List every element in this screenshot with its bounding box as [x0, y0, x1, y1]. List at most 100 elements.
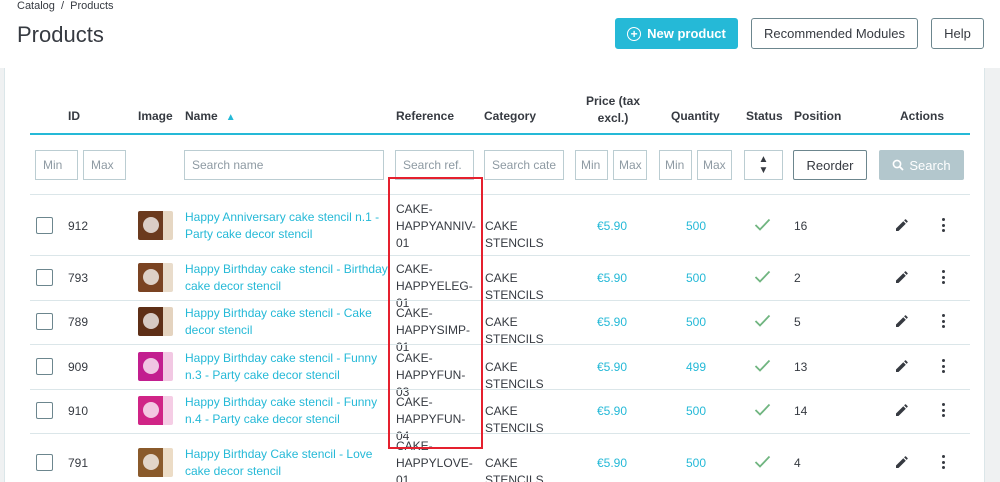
- thumbnail-decor: [143, 358, 159, 374]
- column-header-image: Image: [138, 109, 173, 123]
- product-position: 14: [794, 404, 808, 418]
- new-product-button[interactable]: + New product: [615, 18, 738, 49]
- reorder-button[interactable]: Reorder: [793, 150, 867, 180]
- product-id: 791: [68, 456, 89, 470]
- help-button[interactable]: Help: [931, 18, 984, 49]
- price-min-input[interactable]: Min: [575, 150, 608, 180]
- product-name-link[interactable]: Happy Anniversary cake stencil n.1 - Par…: [185, 209, 390, 243]
- product-category: CAKE STENCILS: [485, 315, 544, 346]
- product-price[interactable]: €5.90: [597, 314, 627, 331]
- product-thumbnail[interactable]: [138, 396, 173, 425]
- column-header-category[interactable]: Category: [484, 109, 536, 123]
- edit-pencil-icon[interactable]: [894, 218, 909, 233]
- search-button-label: Search: [909, 157, 951, 173]
- product-name-link[interactable]: Happy Birthday cake stencil - Cake decor…: [185, 305, 390, 339]
- status-enabled-check-icon[interactable]: [754, 455, 771, 469]
- price-max-input[interactable]: Max: [613, 150, 647, 180]
- product-thumbnail[interactable]: [138, 448, 173, 477]
- more-actions-kebab-icon[interactable]: [942, 270, 946, 287]
- product-position: 13: [794, 360, 808, 374]
- quantity-min-input[interactable]: Min: [659, 150, 692, 180]
- product-thumbnail[interactable]: [138, 307, 173, 336]
- edit-pencil-icon[interactable]: [894, 403, 909, 418]
- column-header-name[interactable]: Name ▲: [185, 109, 236, 123]
- product-name-link[interactable]: Happy Birthday cake stencil - Birthday c…: [185, 261, 390, 295]
- category-search-input[interactable]: Search cate: [484, 150, 564, 180]
- product-name-line1: Happy Birthday cake stencil - Funny: [185, 395, 378, 409]
- product-thumbnail[interactable]: [138, 211, 173, 240]
- thumbnail-label: [162, 396, 173, 425]
- product-name-link[interactable]: Happy Birthday Cake stencil - Love cake …: [185, 446, 390, 480]
- row-divider: [30, 389, 970, 390]
- product-quantity[interactable]: 500: [686, 218, 706, 235]
- edit-pencil-icon[interactable]: [894, 270, 909, 285]
- row-divider: [30, 344, 970, 345]
- product-quantity[interactable]: 500: [686, 314, 706, 331]
- name-search-input[interactable]: Search name: [184, 150, 384, 180]
- more-actions-kebab-icon[interactable]: [942, 314, 946, 331]
- product-name-link[interactable]: Happy Birthday cake stencil - Funny n.4 …: [185, 394, 390, 428]
- column-header-id[interactable]: ID: [68, 109, 80, 123]
- row-checkbox[interactable]: [36, 358, 53, 375]
- product-id: 909: [68, 360, 89, 374]
- product-price[interactable]: €5.90: [597, 270, 627, 287]
- status-enabled-check-icon[interactable]: [754, 218, 771, 232]
- search-button[interactable]: Search: [879, 150, 964, 180]
- more-actions-kebab-icon[interactable]: [942, 403, 946, 420]
- row-checkbox[interactable]: [36, 269, 53, 286]
- product-reference: CAKE- HAPPYANNIV- 01: [396, 201, 476, 252]
- product-quantity[interactable]: 499: [686, 359, 706, 376]
- more-actions-kebab-icon[interactable]: [942, 218, 946, 235]
- more-actions-kebab-icon[interactable]: [942, 455, 946, 472]
- id-min-input[interactable]: Min: [35, 150, 78, 180]
- product-price[interactable]: €5.90: [597, 455, 627, 472]
- product-id: 789: [68, 315, 89, 329]
- breadcrumb: Catalog / Products: [17, 0, 114, 12]
- product-price[interactable]: €5.90: [597, 359, 627, 376]
- more-actions-kebab-icon[interactable]: [942, 359, 946, 376]
- product-id: 793: [68, 271, 89, 285]
- row-checkbox[interactable]: [36, 217, 53, 234]
- column-header-status[interactable]: Status: [746, 109, 783, 123]
- breadcrumb-catalog[interactable]: Catalog: [17, 0, 55, 12]
- column-header-price[interactable]: Price (tax excl.): [583, 93, 643, 127]
- column-header-quantity[interactable]: Quantity: [671, 109, 720, 123]
- status-enabled-check-icon[interactable]: [754, 270, 771, 284]
- status-enabled-check-icon[interactable]: [754, 403, 771, 417]
- product-category: CAKE STENCILS: [485, 404, 544, 435]
- product-category: CAKE STENCILS: [485, 360, 544, 391]
- edit-pencil-icon[interactable]: [894, 455, 909, 470]
- product-price[interactable]: €5.90: [597, 403, 627, 420]
- column-header-reference[interactable]: Reference: [396, 109, 454, 123]
- product-name-line2: cake decor stencil: [185, 464, 282, 478]
- reference-line3: 01: [396, 473, 410, 482]
- reference-search-input[interactable]: Search ref.: [395, 150, 474, 180]
- sort-asc-icon[interactable]: ▲: [226, 112, 236, 123]
- reference-line2: HAPPYANNIV-: [396, 219, 476, 233]
- row-checkbox[interactable]: [36, 454, 53, 471]
- edit-pencil-icon[interactable]: [894, 314, 909, 329]
- edit-pencil-icon[interactable]: [894, 359, 909, 374]
- reference-line1: CAKE-: [396, 351, 433, 365]
- breadcrumb-products[interactable]: Products: [70, 0, 113, 12]
- column-header-position[interactable]: Position: [794, 109, 841, 123]
- product-quantity[interactable]: 500: [686, 270, 706, 287]
- status-enabled-check-icon[interactable]: [754, 314, 771, 328]
- product-price[interactable]: €5.90: [597, 218, 627, 235]
- status-select[interactable]: ▲ ▼: [744, 150, 783, 180]
- product-name-line1: Happy Birthday cake stencil - Cake: [185, 306, 372, 320]
- row-checkbox[interactable]: [36, 313, 53, 330]
- id-max-input[interactable]: Max: [83, 150, 126, 180]
- sort-updown-icon: ▲ ▼: [758, 154, 769, 176]
- product-thumbnail[interactable]: [138, 263, 173, 292]
- status-enabled-check-icon[interactable]: [754, 359, 771, 373]
- row-checkbox[interactable]: [36, 402, 53, 419]
- quantity-max-input[interactable]: Max: [697, 150, 732, 180]
- product-category: CAKE STENCILS: [485, 271, 544, 302]
- product-name-link[interactable]: Happy Birthday cake stencil - Funny n.3 …: [185, 350, 390, 384]
- product-quantity[interactable]: 500: [686, 455, 706, 472]
- product-quantity[interactable]: 500: [686, 403, 706, 420]
- product-thumbnail[interactable]: [138, 352, 173, 381]
- product-name-line2: decor stencil: [185, 323, 253, 337]
- recommended-modules-button[interactable]: Recommended Modules: [751, 18, 918, 49]
